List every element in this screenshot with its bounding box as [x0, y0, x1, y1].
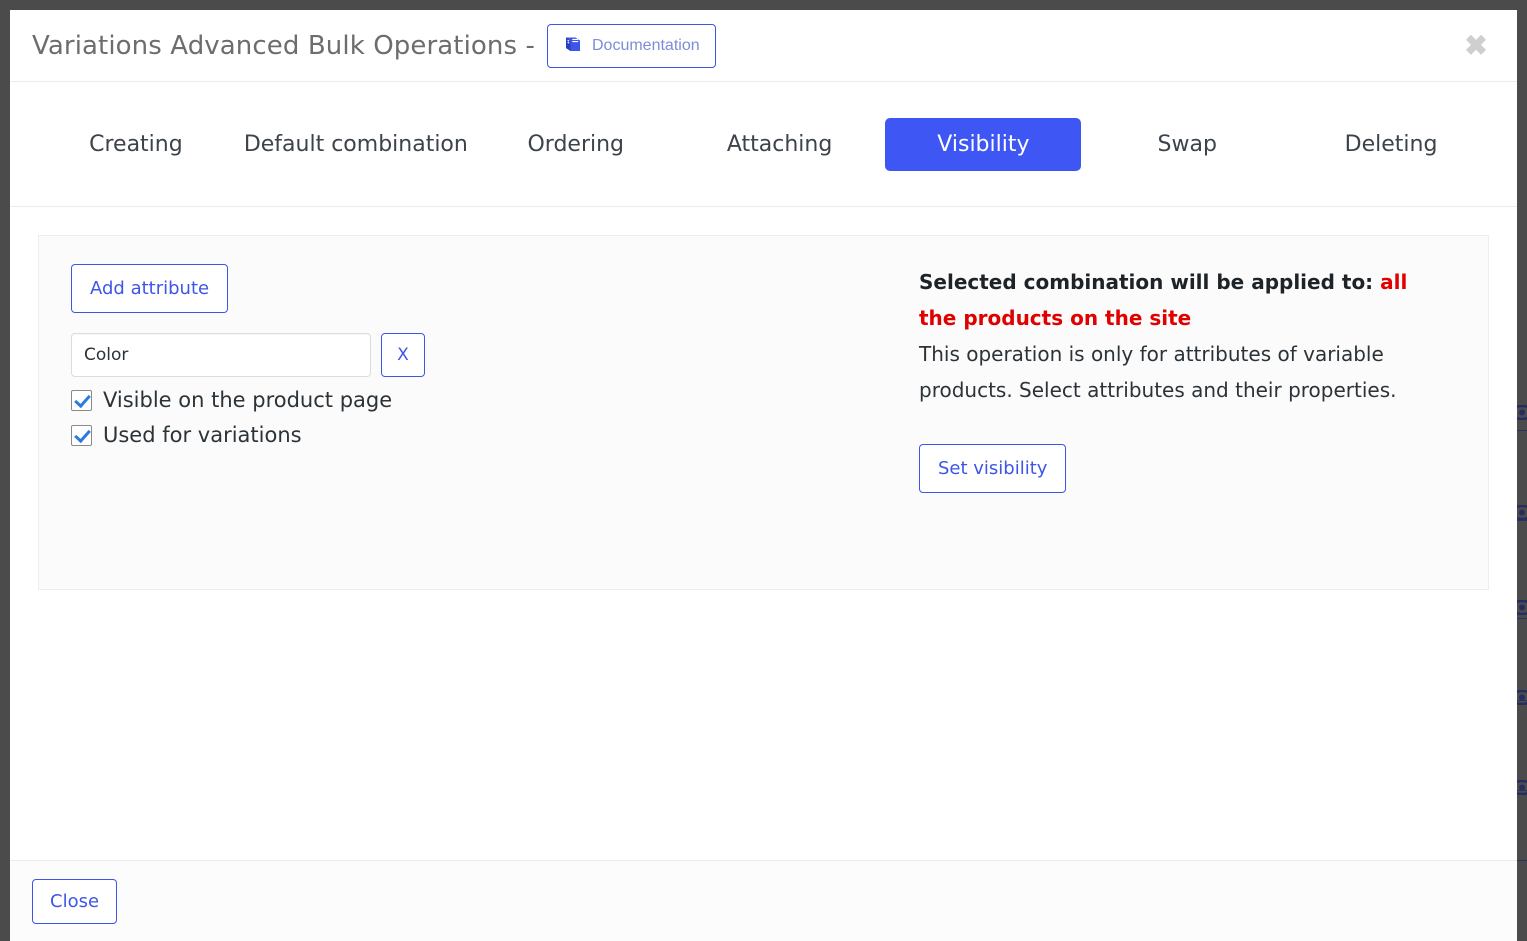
operation-note: This operation is only for attributes of…: [919, 336, 1448, 408]
bulk-operations-modal: Variations Advanced Bulk Operations - Do…: [10, 10, 1517, 941]
modal-header: Variations Advanced Bulk Operations - Do…: [10, 10, 1517, 82]
visibility-panel-left: Add attribute X Visible on the product p…: [39, 264, 919, 589]
modal-footer: Close: [10, 860, 1517, 941]
tab-visibility[interactable]: Visibility: [885, 118, 1081, 171]
set-visibility-button[interactable]: Set visibility: [919, 444, 1066, 493]
visibility-panel-right: Selected combination will be applied to:…: [919, 264, 1488, 589]
book-icon: [563, 36, 583, 55]
tab-deleting[interactable]: Deleting: [1289, 118, 1493, 171]
tab-default-combination[interactable]: Default combination: [238, 118, 474, 171]
tab-ordering[interactable]: Ordering: [474, 118, 678, 171]
tab-bar: Creating Default combination Ordering At…: [10, 82, 1517, 207]
documentation-button-label: Documentation: [592, 37, 700, 55]
close-icon[interactable]: ✖: [1461, 31, 1491, 61]
applied-to-prefix: Selected combination will be applied to:: [919, 270, 1380, 294]
add-attribute-button[interactable]: Add attribute: [71, 264, 228, 313]
visibility-panel: Add attribute X Visible on the product p…: [38, 235, 1489, 590]
attribute-name-input[interactable]: [71, 333, 371, 377]
modal-body: Add attribute X Visible on the product p…: [10, 207, 1517, 860]
applied-to-text: Selected combination will be applied to:…: [919, 264, 1448, 336]
tab-swap[interactable]: Swap: [1085, 118, 1289, 171]
tab-attaching[interactable]: Attaching: [678, 118, 882, 171]
page-title: Variations Advanced Bulk Operations -: [32, 31, 535, 61]
attribute-row: X: [71, 333, 919, 377]
documentation-button[interactable]: Documentation: [547, 24, 716, 68]
checkbox-row-visible-on-product-page[interactable]: Visible on the product page: [71, 388, 919, 412]
checkbox-label-used-for-variations: Used for variations: [103, 423, 302, 447]
tab-creating[interactable]: Creating: [34, 118, 238, 171]
remove-attribute-button[interactable]: X: [381, 333, 425, 377]
checkbox-label-visible-on-product-page: Visible on the product page: [103, 388, 392, 412]
close-button[interactable]: Close: [32, 879, 117, 924]
checkbox-row-used-for-variations[interactable]: Used for variations: [71, 423, 919, 447]
checkbox-visible-on-product-page[interactable]: [71, 390, 92, 411]
checkbox-used-for-variations[interactable]: [71, 425, 92, 446]
